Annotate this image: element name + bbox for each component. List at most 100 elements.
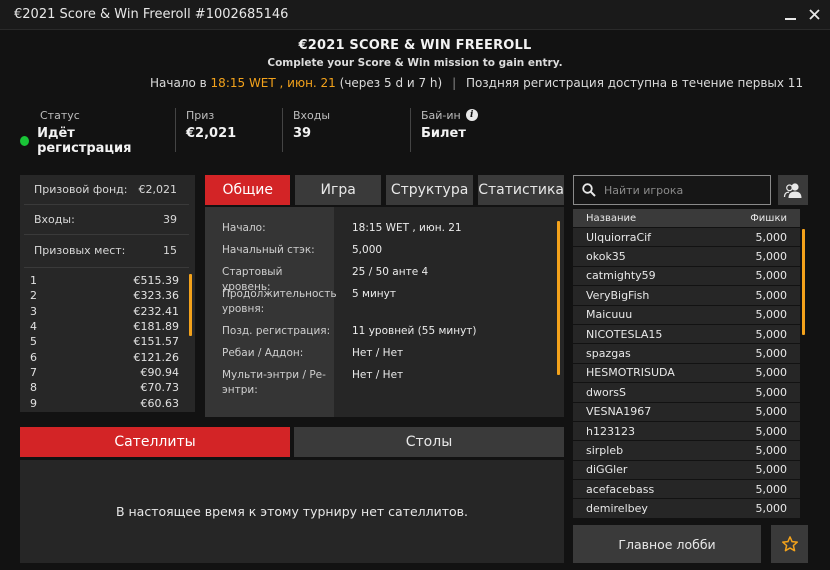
close-icon [808,9,820,20]
player-name: spazgas [586,347,631,361]
details-scrollbar[interactable] [557,221,560,375]
player-chips: 5,000 [755,482,788,496]
column-chips[interactable]: Фишки [750,213,787,224]
payout-amount: €60.63 [140,396,180,410]
close-button[interactable] [802,3,826,27]
late-registration-text: Поздняя регистрация доступна в течение п… [465,76,805,90]
player-row[interactable]: VeryBigFish 5,000 [573,286,800,306]
payout-amount: €90.94 [140,365,180,379]
paid-places-row: Призовых мест: 15 [34,243,177,257]
payout-amount: €323.36 [133,289,180,303]
buyin-block: Бай-ин i Билет [410,108,530,152]
players-list[interactable]: UlquiorraCif 5,000 okok35 5,000 catmighty59 5… [573,228,800,520]
player-name: VESNA1967 [586,405,652,419]
payout-scrollbar[interactable] [189,274,192,336]
player-row[interactable]: UlquiorraCif 5,000 [573,228,800,248]
minimize-icon [784,17,796,20]
player-row[interactable]: VESNA1967 5,000 [573,402,800,422]
players-table-header: Название Фишки [573,209,800,227]
player-name: acefacebass [586,482,655,496]
player-chips: 5,000 [755,327,788,341]
entries-value: 39 [293,126,312,141]
player-chips: 5,000 [755,230,788,244]
payout-amount: €515.39 [133,274,180,288]
schedule-separator: | [452,76,457,90]
prize-pool-row: Призовой фонд: €2,021 [24,175,189,205]
player-name: UlquiorraCif [586,230,652,244]
players-scrollbar[interactable] [802,229,805,335]
payout-amount: €232.41 [133,304,180,318]
player-row[interactable]: demirelbey 5,000 [573,499,800,519]
player-search[interactable] [573,175,771,205]
status-dot-icon [20,136,30,146]
tab-tables[interactable]: Столы [294,427,564,457]
payout-place: 3 [30,304,37,318]
tournament-subtitle: Complete your Score & Win mission to gai… [267,57,563,69]
player-chips: 5,000 [755,269,788,283]
tab-structure[interactable]: Структура [385,175,474,205]
payout-row: 3 €232.41 [30,304,179,319]
player-chips: 5,000 [755,502,788,516]
player-chips: 5,000 [755,347,788,361]
bottom-tabs: Сателлиты Столы [20,427,564,457]
tab-game[interactable]: Игра [295,175,381,205]
player-search-input[interactable] [604,183,764,197]
prize-panel: Призовой фонд: €2,021 Входы: 39 Призовых… [20,175,195,412]
player-row[interactable]: catmighty59 5,000 [573,266,800,287]
player-row[interactable]: sirpleb 5,000 [573,441,800,461]
player-row[interactable]: HESMOTRISUDA 5,000 [573,363,800,384]
payout-place: 5 [30,335,37,349]
title-bar: €2021 Score & Win Freeroll #1002685146 [0,0,830,30]
player-chips: 5,000 [755,443,788,457]
my-tournament-users-button[interactable] [778,175,808,205]
start-time: 18:15 WET , июн. 21 [210,76,336,90]
tab-general[interactable]: Общие [205,175,291,205]
player-chips: 5,000 [755,366,788,380]
player-chips: 5,000 [755,288,788,302]
window-title: €2021 Score & Win Freeroll #1002685146 [14,7,289,22]
payout-amount: €70.73 [140,381,180,395]
info-icon[interactable]: i [465,109,478,121]
payout-row: 2 €323.36 [30,288,179,303]
player-row[interactable]: spazgas 5,000 [573,344,800,364]
player-row[interactable]: h123123 5,000 [573,421,800,442]
main-lobby-button[interactable]: Главное лобби [573,525,761,563]
player-name: Maicuuu [586,308,633,322]
player-chips: 5,000 [755,308,788,322]
payout-row: 7 €90.94 [30,365,179,380]
player-chips: 5,000 [755,385,788,399]
player-row[interactable]: Maicuuu 5,000 [573,305,800,325]
player-name: sirpleb [586,443,624,457]
player-row[interactable]: okok35 5,000 [573,247,800,267]
minimize-button[interactable] [778,3,802,27]
player-chips: 5,000 [755,405,788,419]
prize-label: Приз [186,108,215,122]
payout-row: 4 €181.89 [30,319,179,334]
payout-amount: €151.57 [133,335,180,349]
player-row[interactable]: dworsS 5,000 [573,383,800,403]
player-row[interactable]: NICOTESLA15 5,000 [573,324,800,345]
payout-place: 1 [30,274,37,288]
entries-label: Входы [293,108,331,122]
entries-block: Входы 39 [282,108,410,152]
payout-row: 5 €151.57 [30,334,179,349]
prize-value: €2,021 [186,126,237,141]
player-name: catmighty59 [586,269,656,283]
player-row[interactable]: acefacebass 5,000 [573,480,800,500]
tab-statistics[interactable]: Статистика [478,175,564,205]
player-chips: 5,000 [755,424,788,438]
player-name: NICOTESLA15 [586,327,663,341]
column-name[interactable]: Название [586,213,636,224]
tournament-info: Статус Идёт регистрация Приз €2,021 Вход… [20,108,620,156]
payout-row: 6 €121.26 [30,349,179,364]
player-row[interactable]: diGGler 5,000 [573,460,800,481]
payout-row: 9 €60.63 [30,395,179,410]
tournament-title: €2021 SCORE & WIN FREEROLL [298,38,532,53]
payout-list[interactable]: 1 €515.39 2 €323.36 3 €232.41 4 €181.89 5 €151.57… [24,267,192,410]
player-name: dworsS [586,385,626,399]
prize-block: Приз €2,021 [175,108,282,152]
info-tabs: Общие Игра Структура Статистика [205,175,564,205]
favorite-button[interactable] [771,525,808,563]
entries-row: Входы: 39 [24,205,189,235]
tab-satellites[interactable]: Сателлиты [20,427,290,457]
